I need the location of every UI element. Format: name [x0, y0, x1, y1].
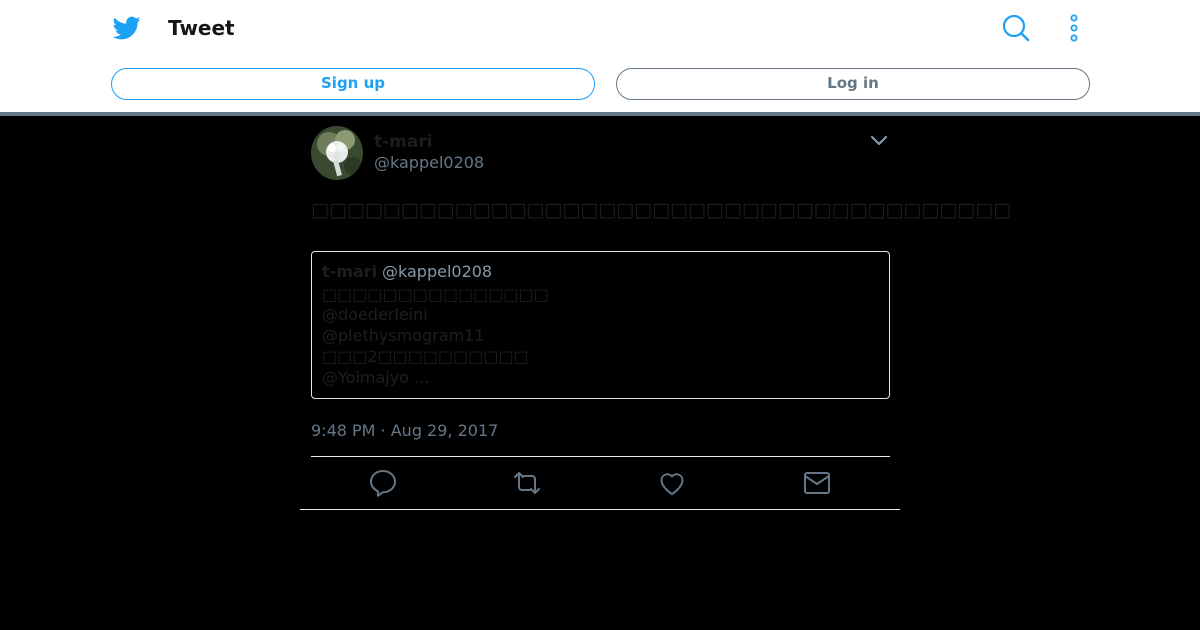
like-icon[interactable] [657, 468, 687, 498]
divider [300, 509, 900, 510]
top-bar: Tweet Sign up Log in [0, 0, 1200, 112]
tweet-text: □□□□□□□□□□□□□□□□□□□□□□□□□□□□□□□□□□□□□□□ [311, 199, 1012, 221]
log-in-button[interactable]: Log in [616, 68, 1090, 100]
header-divider [0, 112, 1200, 116]
avatar[interactable] [311, 126, 363, 180]
quoted-user-handle: @kappel0208 [382, 262, 493, 281]
quoted-mention: @Yoimajyo ... [322, 368, 430, 387]
reply-icon[interactable] [368, 468, 398, 498]
display-name[interactable]: t-mari [374, 131, 433, 153]
quoted-mention: @plethysmogram11 [322, 326, 485, 345]
chevron-down-icon[interactable] [868, 131, 890, 151]
quoted-text-line: □□□□□□□□□□□□□□□ [322, 285, 549, 304]
sign-up-button[interactable]: Sign up [111, 68, 595, 100]
search-icon[interactable] [1001, 13, 1031, 43]
page-title: Tweet [168, 16, 235, 40]
quoted-tweet[interactable]: t-mari @kappel0208 □□□□□□□□□□□□□□□ @doed… [311, 251, 890, 399]
divider [311, 456, 890, 457]
quoted-display-name: t-mari [322, 262, 378, 281]
quoted-mention: @doederleini [322, 305, 428, 324]
direct-message-icon[interactable] [802, 468, 832, 498]
tweet-timestamp[interactable]: 9:48 PM · Aug 29, 2017 [311, 420, 498, 441]
quoted-text-line: □□□2□□□□□□□□□□ [322, 347, 529, 366]
user-handle[interactable]: @kappel0208 [374, 152, 484, 173]
more-vertical-icon[interactable] [1063, 13, 1085, 43]
retweet-icon[interactable] [512, 468, 542, 498]
twitter-bird-icon[interactable] [112, 14, 142, 42]
